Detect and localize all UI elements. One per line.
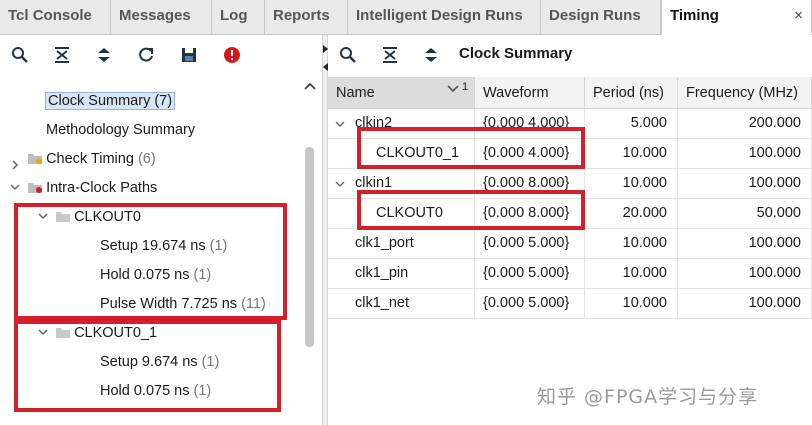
tab-intelligent-design-runs[interactable]: Intelligent Design Runs — [348, 0, 541, 34]
tree-item-label: Check Timing — [46, 151, 134, 167]
highlight-box-clkout0 — [14, 203, 287, 320]
column-header-period[interactable]: Period (ns) — [585, 77, 678, 109]
tree-item-count: (6) — [137, 151, 156, 167]
column-header-label: Name — [336, 85, 375, 101]
clock-summary-panel: Clock Summary Name 1 Waveform Period (ns… — [328, 35, 812, 425]
cell-name: clk1_net — [328, 289, 475, 318]
tab-label: Intelligent Design Runs — [356, 7, 523, 24]
error-icon[interactable] — [222, 45, 242, 65]
cell-frequency: 100.000 — [678, 139, 812, 168]
tab-label: Timing — [670, 7, 719, 24]
column-header-label: Frequency (MHz) — [686, 85, 798, 101]
cell-period: 10.000 — [585, 259, 678, 288]
table-row[interactable]: clk1_pin {0.000 5.000} 10.000 100.000 — [328, 259, 812, 289]
highlight-box-clkout0-row — [357, 190, 585, 230]
tree-item-label: Intra-Clock Paths — [46, 180, 158, 196]
sort-descending-icon[interactable] — [447, 85, 459, 93]
cell-period: 5.000 — [585, 109, 678, 138]
tab-label: Tcl Console — [8, 7, 92, 24]
close-icon[interactable]: × — [794, 0, 803, 32]
column-header-label: Period (ns) — [593, 85, 664, 101]
panel-title: Clock Summary — [459, 45, 573, 62]
save-icon[interactable] — [179, 45, 199, 65]
table-row[interactable]: clk1_port {0.000 5.000} 10.000 100.000 — [328, 229, 812, 259]
scroll-up-icon[interactable] — [304, 81, 316, 91]
folder-error-icon — [28, 183, 43, 193]
chevron-down-icon[interactable] — [10, 182, 20, 192]
cell-period: 10.000 — [585, 169, 678, 198]
expand-all-icon[interactable] — [421, 45, 441, 65]
column-header-waveform[interactable]: Waveform — [475, 77, 585, 109]
cell-waveform: {0.000 5.000} — [475, 259, 585, 288]
refresh-icon[interactable] — [136, 45, 156, 65]
tree-item-label: Clock Summary (7) — [45, 92, 176, 110]
cell-period: 10.000 — [585, 139, 678, 168]
watermark: 知乎 @FPGA学习与分享 — [537, 386, 759, 408]
cell-name: clk1_pin — [328, 259, 475, 288]
folder-warning-icon — [28, 154, 43, 164]
column-header-label: Waveform — [483, 85, 549, 101]
search-icon[interactable] — [338, 45, 358, 65]
sort-order-badge: 1 — [462, 81, 469, 93]
tab-tcl-console[interactable]: Tcl Console — [0, 0, 111, 34]
cell-frequency: 100.000 — [678, 289, 812, 318]
tab-label: Design Runs — [549, 7, 641, 24]
tree-scrollbar[interactable] — [300, 75, 320, 425]
timing-navigation-panel: Clock Summary (7) Methodology Summary Ch… — [0, 35, 322, 425]
cell-period: 10.000 — [585, 229, 678, 258]
tab-label: Log — [220, 7, 248, 24]
highlight-box-clkout0-1-row — [357, 127, 585, 169]
tab-label: Messages — [119, 7, 191, 24]
column-header-name[interactable]: Name 1 — [328, 77, 475, 109]
tab-design-runs[interactable]: Design Runs — [541, 0, 661, 34]
column-header-frequency[interactable]: Frequency (MHz) — [678, 77, 812, 109]
collapse-all-icon[interactable] — [380, 45, 400, 65]
cell-waveform: {0.000 5.000} — [475, 289, 585, 318]
cell-period: 20.000 — [585, 199, 678, 228]
tree-item-intra-clock-paths[interactable]: Intra-Clock Paths — [10, 176, 157, 200]
tab-messages[interactable]: Messages — [111, 0, 212, 34]
cell-frequency: 100.000 — [678, 169, 812, 198]
cell-period: 10.000 — [585, 289, 678, 318]
table-row[interactable]: clk1_net {0.000 5.000} 10.000 100.000 — [328, 289, 812, 319]
cell-frequency: 50.000 — [678, 199, 812, 228]
tree-item-check-timing[interactable]: Check Timing (6) — [10, 147, 156, 171]
tab-label: Reports — [273, 7, 330, 24]
cell-frequency: 100.000 — [678, 229, 812, 258]
cell-waveform: {0.000 5.000} — [475, 229, 585, 258]
highlight-box-clkout0-1 — [14, 320, 281, 412]
tree-item-clock-summary[interactable]: Clock Summary (7) — [45, 89, 176, 113]
cell-frequency: 200.000 — [678, 109, 812, 138]
cell-frequency: 100.000 — [678, 259, 812, 288]
collapse-all-icon[interactable] — [52, 45, 72, 65]
tree-item-label: Methodology Summary — [46, 122, 196, 138]
chevron-right-icon[interactable] — [10, 160, 20, 170]
left-toolbar — [0, 35, 322, 75]
tree-item-methodology-summary[interactable]: Methodology Summary — [46, 118, 195, 142]
tab-timing[interactable]: Timing × — [661, 0, 812, 35]
cell-name: clk1_port — [328, 229, 475, 258]
tab-log[interactable]: Log — [212, 0, 265, 34]
expand-all-icon[interactable] — [94, 45, 114, 65]
search-icon[interactable] — [10, 45, 30, 65]
scroll-thumb[interactable] — [305, 147, 314, 347]
tab-reports[interactable]: Reports — [265, 0, 348, 34]
tab-bar: Tcl Console Messages Log Reports Intelli… — [0, 0, 812, 35]
